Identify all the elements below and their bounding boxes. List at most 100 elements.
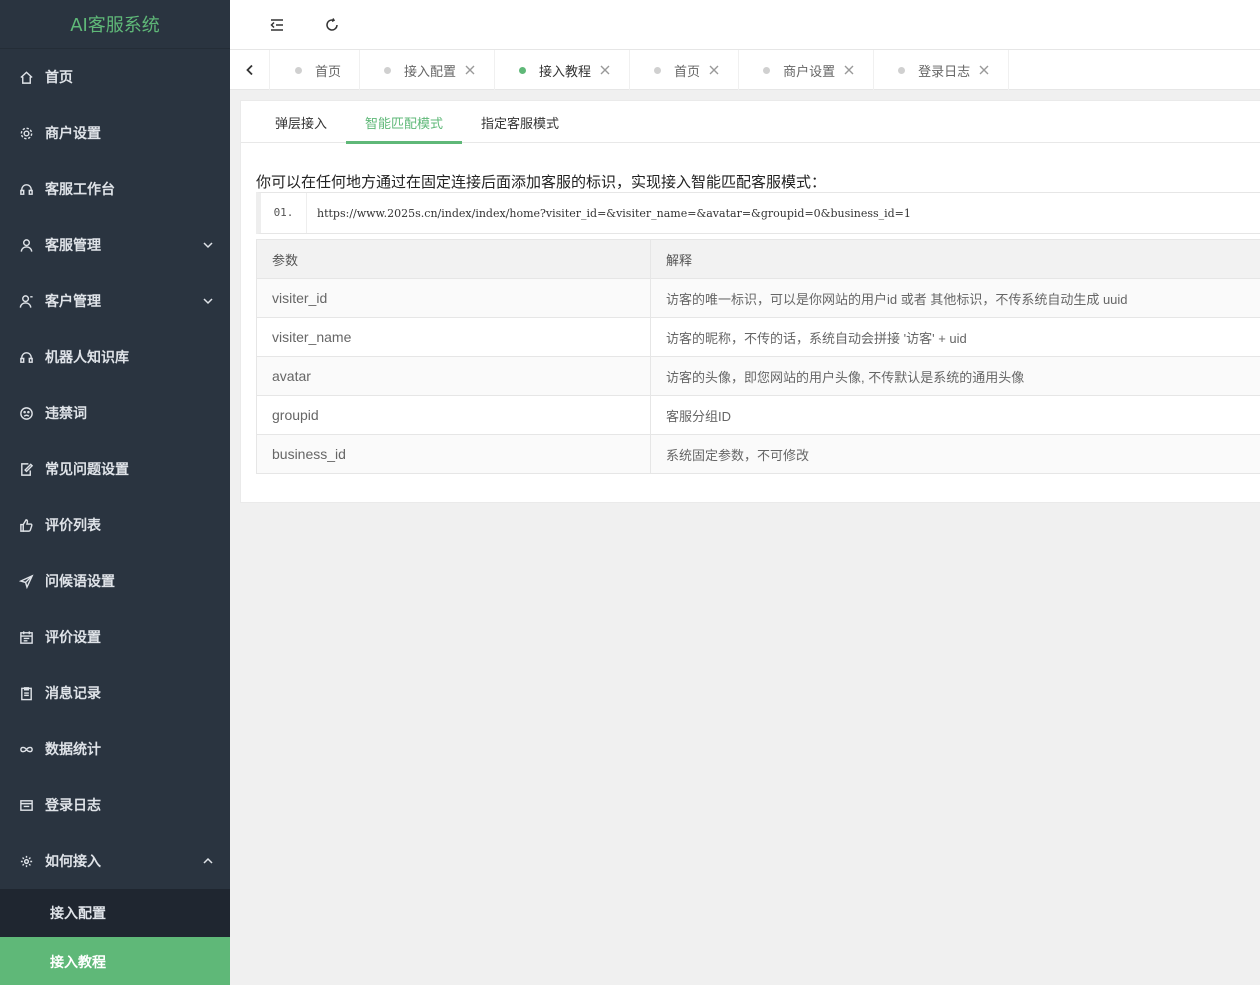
sidebar-item-label: 问候语设置 [45, 574, 115, 590]
sidebar-item-label: 机器人知识库 [45, 350, 129, 366]
tab-label: 登录日志 [918, 64, 971, 80]
clipboard-icon [18, 685, 34, 701]
sidebar-item-agent-workbench[interactable]: 客服工作台 [0, 161, 230, 217]
top-header [230, 0, 1260, 50]
tab-label: 首页 [315, 64, 342, 80]
parameter-table: 参数 解释 visiter_id 访客的唯一标识，可以是你网站的用户id 或者 … [256, 239, 1260, 474]
tab-login-logs[interactable]: 登录日志 [874, 50, 1010, 90]
sidebar-item-label: 数据统计 [45, 742, 101, 758]
sidebar-subitem-integration-tutorial[interactable]: 接入教程 [0, 937, 230, 985]
param-explanation: 访客的唯一标识，可以是你网站的用户id 或者 其他标识，不传系统自动生成 uui… [650, 278, 1260, 318]
column-header-explanation: 解释 [650, 239, 1260, 279]
tab-home[interactable]: 首页 [271, 50, 361, 90]
sidebar-item-faq-settings[interactable]: 常见问题设置 [0, 441, 230, 497]
chevron-left-icon[interactable] [230, 50, 270, 90]
sidebar-item-greeting-settings[interactable]: 问候语设置 [0, 553, 230, 609]
sidebar-item-label: 消息记录 [45, 686, 101, 702]
tab-home-2[interactable]: 首页 [630, 50, 740, 90]
infinity-icon [18, 741, 34, 757]
sidebar-item-label: 客服管理 [45, 238, 101, 254]
table-row: avatar 访客的头像，即您网站的用户头像, 不传默认是系统的通用头像 [256, 356, 1260, 396]
tab-label: 接入配置 [404, 64, 457, 80]
tab-status-dot [763, 66, 771, 74]
tab-label: 接入教程 [539, 64, 592, 80]
app-logo-title: AI客服系统 [0, 0, 230, 49]
window-icon [18, 797, 34, 813]
chevron-up-icon [202, 855, 214, 867]
param-name: business_id [256, 434, 651, 474]
tab-assigned-agent-mode[interactable]: 指定客服模式 [462, 101, 578, 143]
integration-description: 你可以在任何地方通过在固定连接后面添加客服的标识，实现接入智能匹配客服模式： [256, 173, 827, 191]
table-row: business_id 系统固定参数，不可修改 [256, 434, 1260, 474]
sidebar-item-merchant-settings[interactable]: 商户设置 [0, 105, 230, 161]
tab-popup-integration[interactable]: 弹层接入 [256, 101, 346, 143]
sidebar-item-label: 评价列表 [45, 518, 101, 534]
sidebar-item-customer-management[interactable]: 客户管理 [0, 273, 230, 329]
param-explanation: 访客的头像，即您网站的用户头像, 不传默认是系统的通用头像 [650, 356, 1260, 396]
sidebar-item-label: 评价设置 [45, 630, 101, 646]
sidebar-item-agent-management[interactable]: 客服管理 [0, 217, 230, 273]
tab-smart-match-mode[interactable]: 智能匹配模式 [346, 101, 463, 144]
menu-collapse-icon[interactable] [262, 10, 292, 40]
param-name: groupid [256, 395, 651, 435]
table-row: visiter_id 访客的唯一标识，可以是你网站的用户id 或者 其他标识，不… [256, 278, 1260, 318]
close-icon[interactable] [843, 64, 855, 76]
sidebar-item-banned-words[interactable]: 违禁词 [0, 385, 230, 441]
sidebar-item-robot-knowledge-base[interactable]: 机器人知识库 [0, 329, 230, 385]
column-header-param: 参数 [256, 239, 651, 279]
tab-status-dot [295, 66, 302, 74]
tutorial-card: 弹层接入 智能匹配模式 指定客服模式 你可以在任何地方通过在固定连接后面添加客服… [240, 100, 1260, 503]
sidebar-item-login-logs[interactable]: 登录日志 [0, 777, 230, 833]
sidebar-item-review-list[interactable]: 评价列表 [0, 497, 230, 553]
sidebar-item-message-records[interactable]: 消息记录 [0, 665, 230, 721]
tab-label: 商户设置 [783, 64, 836, 80]
send-icon [18, 573, 34, 589]
close-icon[interactable] [708, 64, 720, 76]
refresh-icon[interactable] [317, 10, 347, 40]
home-icon [18, 69, 34, 85]
sidebar-item-label: 首页 [45, 70, 73, 86]
thumbs-up-icon [18, 517, 34, 533]
close-icon[interactable] [599, 64, 611, 76]
param-explanation: 访客的昵称，不传的话，系统自动会拼接 '访客' + uid [650, 317, 1260, 357]
table-row: groupid 客服分组ID [256, 395, 1260, 435]
code-url: https://www.2025s.cn/index/index/home?vi… [317, 206, 911, 220]
tab-status-dot [519, 66, 527, 74]
frown-icon [18, 405, 34, 421]
sidebar-item-label: 如何接入 [45, 854, 101, 870]
tab-status-dot [384, 66, 392, 74]
calendar-icon [18, 629, 34, 645]
tab-integration-config[interactable]: 接入配置 [360, 50, 496, 90]
close-icon[interactable] [978, 64, 990, 76]
param-name: visiter_name [256, 317, 651, 357]
tab-merchant-settings[interactable]: 商户设置 [739, 50, 875, 90]
sidebar-item-data-statistics[interactable]: 数据统计 [0, 721, 230, 777]
sidebar-item-label: 违禁词 [45, 406, 87, 422]
sidebar-item-how-to-integrate[interactable]: 如何接入 [0, 833, 230, 889]
puzzle-icon [18, 853, 34, 869]
code-line-number: 01. [261, 193, 307, 233]
sidebar: AI客服系统 首页 商户设置 客服工作台 客服管理 客户管理 机器人知识库 违禁… [0, 0, 230, 985]
sidebar-item-label: 客服工作台 [45, 182, 115, 198]
sidebar-item-home[interactable]: 首页 [0, 49, 230, 105]
param-explanation: 系统固定参数，不可修改 [650, 434, 1260, 474]
param-name: avatar [256, 356, 651, 396]
user-icon [18, 237, 34, 253]
tab-status-dot [898, 66, 906, 74]
chevron-down-icon [202, 295, 214, 307]
param-explanation: 客服分组ID [650, 395, 1260, 435]
gear-icon [18, 125, 34, 141]
param-name: visiter_id [256, 278, 651, 318]
customer-icon [18, 293, 34, 309]
sidebar-submenu: 接入配置 接入教程 [0, 889, 230, 985]
sidebar-item-review-settings[interactable]: 评价设置 [0, 609, 230, 665]
tab-label: 首页 [674, 64, 701, 80]
table-row: visiter_name 访客的昵称，不传的话，系统自动会拼接 '访客' + u… [256, 317, 1260, 357]
tab-integration-tutorial[interactable]: 接入教程 [495, 50, 631, 90]
robot-icon [18, 349, 34, 365]
close-icon[interactable] [464, 64, 476, 76]
page-tab-bar: 首页 接入配置 接入教程 首页 商户设置 登录日志 [230, 50, 1260, 90]
table-header-row: 参数 解释 [256, 239, 1260, 279]
sidebar-subitem-integration-config[interactable]: 接入配置 [0, 889, 230, 937]
chevron-down-icon [202, 239, 214, 251]
